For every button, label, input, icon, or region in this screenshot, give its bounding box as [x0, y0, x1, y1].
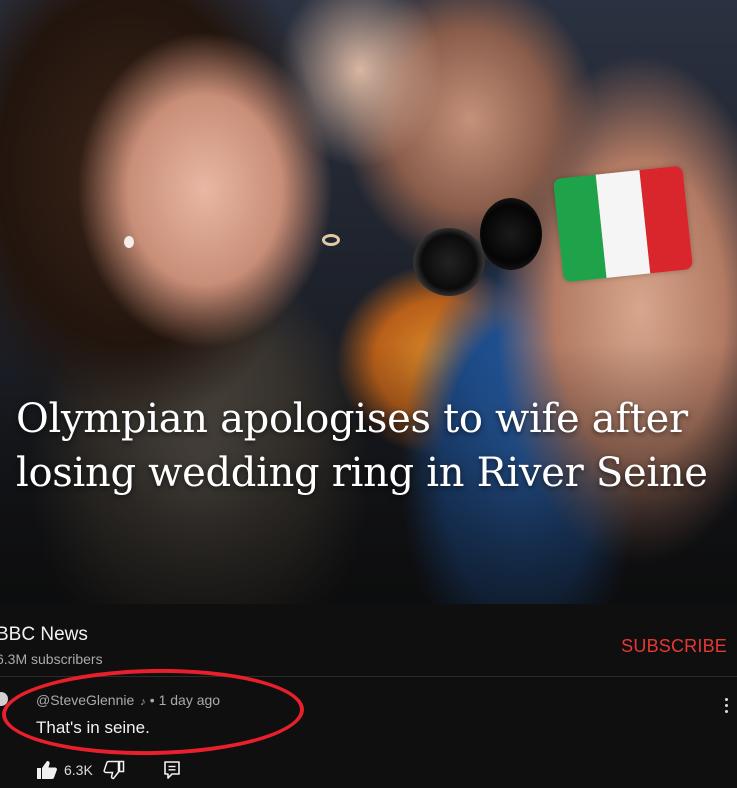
divider [0, 676, 737, 677]
subscriber-count: 6.3M subscribers [0, 651, 103, 667]
dislike-button[interactable] [103, 760, 125, 780]
thumbs-up-icon [37, 761, 57, 779]
comment-author[interactable]: @SteveGlennie [36, 692, 134, 708]
comment: @SteveGlennie ♪ • 1 day ago That's in sein… [0, 678, 737, 788]
thumbs-down-icon [103, 760, 125, 780]
camera-lens-back [480, 198, 542, 270]
earring [124, 236, 134, 248]
italian-flag [552, 165, 694, 283]
meta-separator: • [149, 692, 155, 708]
comment-meta: @SteveGlennie ♪ • 1 day ago [36, 692, 220, 708]
like-button[interactable]: 6.3K [36, 760, 93, 780]
camera-lens [413, 228, 485, 296]
more-options-icon[interactable] [721, 696, 731, 718]
comment-text: That's in seine. [36, 718, 150, 737]
subscribe-button[interactable]: SUBSCRIBE [621, 636, 727, 657]
reply-button[interactable] [163, 760, 181, 780]
comment-actions: 6.3K [36, 760, 181, 780]
thumbnail-headline: Olympian apologises to wife after losing… [16, 396, 708, 496]
wedding-ring [322, 234, 340, 246]
reply-icon [164, 761, 180, 779]
channel-row: BBC News 6.3M subscribers SUBSCRIBE [0, 612, 737, 674]
like-count: 6.3K [64, 762, 93, 778]
comment-time[interactable]: 1 day ago [159, 692, 221, 708]
avatar[interactable] [0, 692, 8, 706]
video-thumbnail[interactable]: Olympian apologises to wife after losing… [0, 0, 737, 604]
music-note-icon: ♪ [140, 696, 146, 708]
channel-name[interactable]: BBC News [0, 624, 88, 646]
